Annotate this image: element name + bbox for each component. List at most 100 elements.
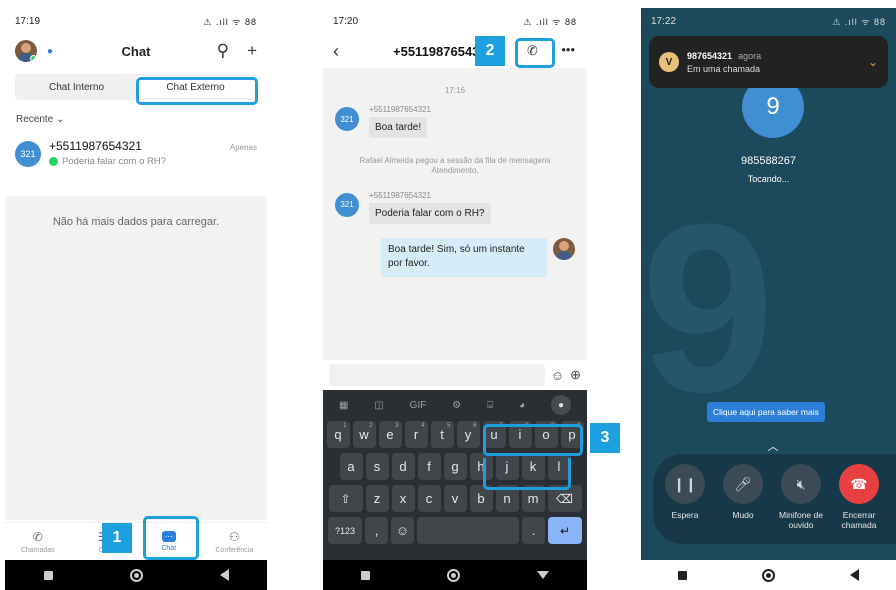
palette-icon[interactable]: ◕	[519, 400, 525, 411]
key-c[interactable]: c	[417, 485, 441, 512]
home-icon[interactable]	[761, 568, 775, 582]
key-v[interactable]: v	[443, 485, 467, 512]
key-a[interactable]: a	[339, 453, 363, 480]
callout-3: 3	[590, 423, 620, 453]
message-bubble[interactable]: Poderia falar com o RH?	[369, 202, 491, 224]
key-label: t	[440, 427, 444, 442]
home-icon[interactable]	[446, 568, 460, 582]
status-time: 17:19	[15, 15, 41, 27]
phone-chat-list: 17:19 ⚠ .ıll ᯤ 88 ● Chat ⚲ + Chat Intern…	[5, 8, 267, 590]
control-label: Espera	[671, 510, 699, 520]
chat-preview: Poderia falar com o RH?	[62, 156, 167, 167]
key-number-hint: 4	[421, 423, 425, 429]
comma-key[interactable]: ,	[365, 517, 388, 544]
gif-button[interactable]: GIF	[410, 400, 427, 411]
earpiece-button[interactable]: 🔇︎ Minifone de ouvido	[779, 464, 823, 544]
search-icon[interactable]: ⚲	[217, 41, 229, 61]
status-time: 17:22	[651, 15, 677, 27]
shift-key[interactable]: ⇧	[328, 485, 363, 512]
end-call-button[interactable]: ☎︎ Encerrar chamada	[837, 464, 881, 544]
emoji-key[interactable]: ☺	[391, 517, 414, 544]
tab-label: Conferência	[215, 546, 254, 554]
recents-icon[interactable]	[43, 570, 53, 580]
bottom-tab-bar: ✆Chamadas ☰Co ⋯Chat ⚇Conferência	[5, 522, 267, 560]
key-w[interactable]: w2	[352, 421, 376, 448]
symbols-key[interactable]: ?123	[328, 517, 362, 544]
user-avatar[interactable]	[15, 40, 37, 62]
phone-call-screen: 17:22 ⚠ .ıll ᯤ 88 9 V 987654321 agora Em …	[641, 8, 896, 590]
hangup-icon: ☎︎	[839, 464, 879, 504]
sticker-icon[interactable]: ◫	[374, 400, 383, 411]
highlight-chat-externo	[136, 77, 258, 105]
status-icons: ⚠ .ıll ᯤ 88	[523, 16, 577, 27]
highlight-keys-uiop	[483, 424, 583, 456]
key-label: q	[334, 427, 342, 442]
tab-chamadas[interactable]: ✆ Chamadas	[13, 530, 63, 554]
key-g[interactable]: g	[443, 453, 467, 480]
period-key[interactable]: .	[522, 517, 545, 544]
sender-number: +5511987654321	[369, 105, 431, 114]
message-bubble[interactable]: Boa tarde! Sim, só um instante por favor…	[381, 237, 547, 277]
apps-icon[interactable]: ▦	[339, 400, 348, 411]
message-timestamp: 17:16	[444, 86, 466, 95]
mute-button[interactable]: 🎤︎ Mudo	[721, 464, 765, 544]
highlight-keys-row2	[483, 458, 571, 490]
key-r[interactable]: r4	[404, 421, 428, 448]
back-icon[interactable]	[219, 569, 229, 581]
key-z[interactable]: z	[365, 485, 389, 512]
status-icons: ⚠ .ıll ᯤ 88	[203, 16, 257, 27]
key-label: r	[413, 427, 419, 442]
empty-message: Não há mais dados para carregar.	[52, 216, 220, 228]
translate-icon[interactable]: ⌸	[487, 400, 493, 411]
mic-icon[interactable]: ●	[550, 395, 571, 415]
whatsapp-icon	[49, 157, 58, 166]
incoming-message: 321 +5511987654321 Boa tarde!	[323, 105, 587, 138]
phone-conversation: 17:20 ⚠ .ıll ᯤ 88 ‹ +5511987654321 ✆ •••…	[323, 8, 587, 590]
contact-name: +5511987654321	[49, 139, 142, 153]
space-key[interactable]	[417, 517, 519, 544]
key-t[interactable]: t5	[430, 421, 454, 448]
keyboard-toolbar: ▦ ◫ GIF ⚙ ⌸ ◕ ●	[326, 394, 584, 416]
hide-keyboard-icon[interactable]	[536, 571, 549, 579]
message-bubble[interactable]: Boa tarde!	[369, 117, 428, 138]
chevron-down-icon[interactable]: ⌄	[868, 55, 878, 69]
key-e[interactable]: e3	[378, 421, 402, 448]
status-bar: 17:19 ⚠ .ıll ᯤ 88	[5, 8, 267, 34]
home-icon[interactable]	[129, 568, 143, 582]
key-number-hint: 3	[395, 423, 399, 429]
back-icon[interactable]	[849, 569, 859, 581]
help-tooltip[interactable]: Clique aqui para saber mais	[707, 402, 825, 422]
settings-icon[interactable]: ⚙	[452, 400, 461, 411]
key-number-hint: 5	[447, 423, 451, 429]
hold-button[interactable]: ❙❙ Espera	[663, 464, 707, 544]
key-label: w	[359, 427, 369, 442]
agent-avatar	[553, 237, 575, 260]
tab-conferencia[interactable]: ⚇ Conferência	[209, 530, 259, 554]
emoji-icon[interactable]: ☺	[551, 368, 564, 383]
tab-chat-interno[interactable]: Chat Interno	[17, 76, 136, 98]
plus-icon[interactable]: +	[247, 41, 257, 61]
key-f[interactable]: f	[417, 453, 441, 480]
add-icon[interactable]: ⊕	[570, 367, 581, 383]
user-icon[interactable]: ●	[47, 46, 53, 57]
message-input[interactable]	[329, 364, 545, 386]
more-icon[interactable]: •••	[561, 42, 575, 57]
list-item[interactable]: 321 +5511987654321 Apenas Poderia falar …	[5, 133, 267, 173]
online-status-icon	[30, 55, 37, 62]
call-notification[interactable]: V 987654321 agora Em uma chamada ⌄	[649, 36, 888, 88]
key-q[interactable]: q1	[326, 421, 350, 448]
system-message: Rafael Almeida pegou a sessão da fila de…	[359, 156, 551, 176]
recents-icon[interactable]	[361, 570, 371, 580]
callout-1: 1	[102, 523, 132, 553]
back-arrow-icon[interactable]: ‹	[333, 41, 339, 62]
app-icon: V	[659, 52, 679, 72]
key-d[interactable]: d	[391, 453, 415, 480]
recents-icon[interactable]	[678, 570, 688, 580]
key-x[interactable]: x	[391, 485, 415, 512]
conference-icon: ⚇	[228, 529, 240, 544]
key-y[interactable]: y6	[456, 421, 480, 448]
enter-key[interactable]: ↵	[548, 517, 582, 544]
system-nav-bar	[323, 560, 587, 590]
chat-time: Apenas	[229, 143, 257, 152]
key-s[interactable]: s	[365, 453, 389, 480]
